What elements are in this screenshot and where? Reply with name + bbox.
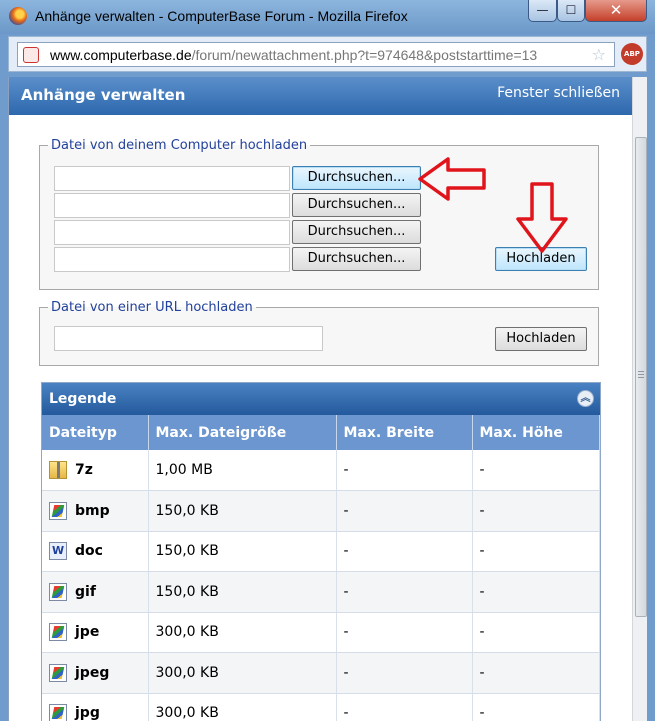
table-row: jpe 300,0 KB - - [42, 612, 600, 653]
table-row: bmp 150,0 KB - - [42, 490, 600, 532]
column-header-maxwidth: Max. Breite [336, 415, 473, 450]
adblock-plus-icon[interactable]: ABP [621, 43, 643, 65]
url-path: /forum/newattachment.php?t=974648&postst… [191, 47, 538, 63]
maxsize-cell: 300,0 KB [148, 652, 337, 694]
image-icon [49, 501, 67, 520]
url-domain: www.computerbase.de [50, 47, 192, 63]
table-row: jpeg 300,0 KB - - [42, 652, 600, 694]
image-icon [49, 582, 67, 601]
browse-button-2[interactable]: Durchsuchen... [292, 193, 421, 217]
legend-title: Legende [49, 391, 117, 407]
filetype-cell: doc [42, 531, 149, 572]
filetype-label: bmp [75, 502, 110, 519]
upload-computer-legend: Datei von deinem Computer hochladen [51, 138, 308, 153]
word-document-icon [49, 542, 67, 561]
filetype-cell: gif [42, 571, 149, 613]
file-input-2[interactable] [54, 193, 290, 218]
maxsize-cell: 1,00 MB [148, 450, 337, 491]
vertical-scrollbar[interactable] [632, 77, 647, 721]
filetype-cell: 7z [42, 450, 149, 491]
file-input-4[interactable] [54, 247, 290, 272]
legend-header: Legende ︽ [42, 383, 600, 415]
maxsize-cell: 300,0 KB [148, 612, 337, 653]
filetype-label: jpeg [75, 664, 110, 681]
maxwidth-cell: - [336, 652, 473, 694]
filetype-label: gif [75, 583, 96, 600]
maxsize-cell: 300,0 KB [148, 693, 337, 721]
browse-button-3[interactable]: Durchsuchen... [292, 220, 421, 244]
annotation-arrow-left-icon [418, 157, 486, 201]
column-header-maxsize: Max. Dateigröße [148, 415, 337, 450]
scroll-grip-line [638, 371, 644, 372]
site-favicon-icon [23, 47, 39, 63]
filetype-cell: bmp [42, 490, 149, 532]
filetype-label: doc [75, 543, 103, 560]
window-titlebar: Anhänge verwalten - ComputerBase Forum -… [0, 0, 655, 34]
page-header: Anhänge verwalten Fenster schließen [9, 77, 632, 115]
filetype-cell: jpe [42, 612, 149, 653]
maxheight-cell: - [472, 693, 600, 721]
close-window-link[interactable]: Fenster schließen [497, 85, 620, 101]
maxwidth-cell: - [336, 490, 473, 532]
minimize-button[interactable]: — [528, 0, 557, 22]
window-title: Anhänge verwalten - ComputerBase Forum -… [35, 8, 408, 24]
image-icon [49, 704, 67, 721]
collapse-icon[interactable]: ︽ [577, 390, 594, 407]
filetype-cell: jpeg [42, 652, 149, 694]
close-window-button[interactable]: ✕ [585, 0, 647, 22]
maxsize-cell: 150,0 KB [148, 490, 337, 532]
maxwidth-cell: - [336, 450, 473, 491]
table-row: gif 150,0 KB - - [42, 571, 600, 613]
upload-url-button[interactable]: Hochladen [495, 327, 587, 351]
filetype-label: jpe [75, 624, 100, 641]
url-text: www.computerbase.de/forum/newattachment.… [50, 47, 594, 63]
address-bar: www.computerbase.de/forum/newattachment.… [8, 36, 647, 72]
filetype-label: jpg [75, 705, 100, 721]
image-icon [49, 663, 67, 682]
maxsize-cell: 150,0 KB [148, 531, 337, 572]
page-title: Anhänge verwalten [21, 86, 186, 104]
filetype-cell: jpg [42, 693, 149, 721]
file-input-3[interactable] [54, 220, 290, 245]
page-content: Anhänge verwalten Fenster schließen Date… [8, 77, 647, 721]
maxheight-cell: - [472, 612, 600, 653]
column-header-filetype: Dateityp [42, 415, 149, 450]
firefox-icon [9, 7, 27, 25]
table-row: jpg 300,0 KB - - [42, 693, 600, 721]
maximize-button[interactable]: ☐ [557, 0, 585, 22]
upload-url-legend: Datei von einer URL hochladen [51, 300, 253, 315]
bookmark-star-icon[interactable]: ☆ [592, 45, 606, 64]
image-icon [49, 623, 67, 642]
browse-button-1[interactable]: Durchsuchen... [292, 166, 421, 190]
url-input[interactable] [54, 326, 323, 351]
maxwidth-cell: - [336, 612, 473, 653]
archive-icon [49, 461, 67, 479]
url-field[interactable]: www.computerbase.de/forum/newattachment.… [17, 42, 615, 67]
annotation-arrow-down-icon [516, 182, 568, 253]
table-row: doc 150,0 KB - - [42, 531, 600, 572]
maxsize-cell: 150,0 KB [148, 571, 337, 613]
maxheight-cell: - [472, 490, 600, 532]
scrollbar-thumb[interactable] [635, 137, 647, 617]
maxheight-cell: - [472, 652, 600, 694]
maxheight-cell: - [472, 450, 600, 491]
browse-button-4[interactable]: Durchsuchen... [292, 247, 421, 271]
file-input-1[interactable] [54, 166, 290, 191]
maxheight-cell: - [472, 531, 600, 572]
table-row: 7z 1,00 MB - - [42, 450, 600, 491]
legend-panel: Legende ︽ Dateityp Max. Dateigröße Max. … [41, 382, 601, 721]
filetype-label: 7z [75, 462, 93, 478]
maxheight-cell: - [472, 571, 600, 613]
scroll-grip-line [638, 377, 644, 378]
maxwidth-cell: - [336, 531, 473, 572]
column-header-maxheight: Max. Höhe [472, 415, 600, 450]
table-header-row: Dateityp Max. Dateigröße Max. Breite Max… [42, 415, 600, 450]
maxwidth-cell: - [336, 571, 473, 613]
legend-table: Dateityp Max. Dateigröße Max. Breite Max… [42, 415, 600, 721]
scroll-grip-line [638, 374, 644, 375]
maxwidth-cell: - [336, 693, 473, 721]
